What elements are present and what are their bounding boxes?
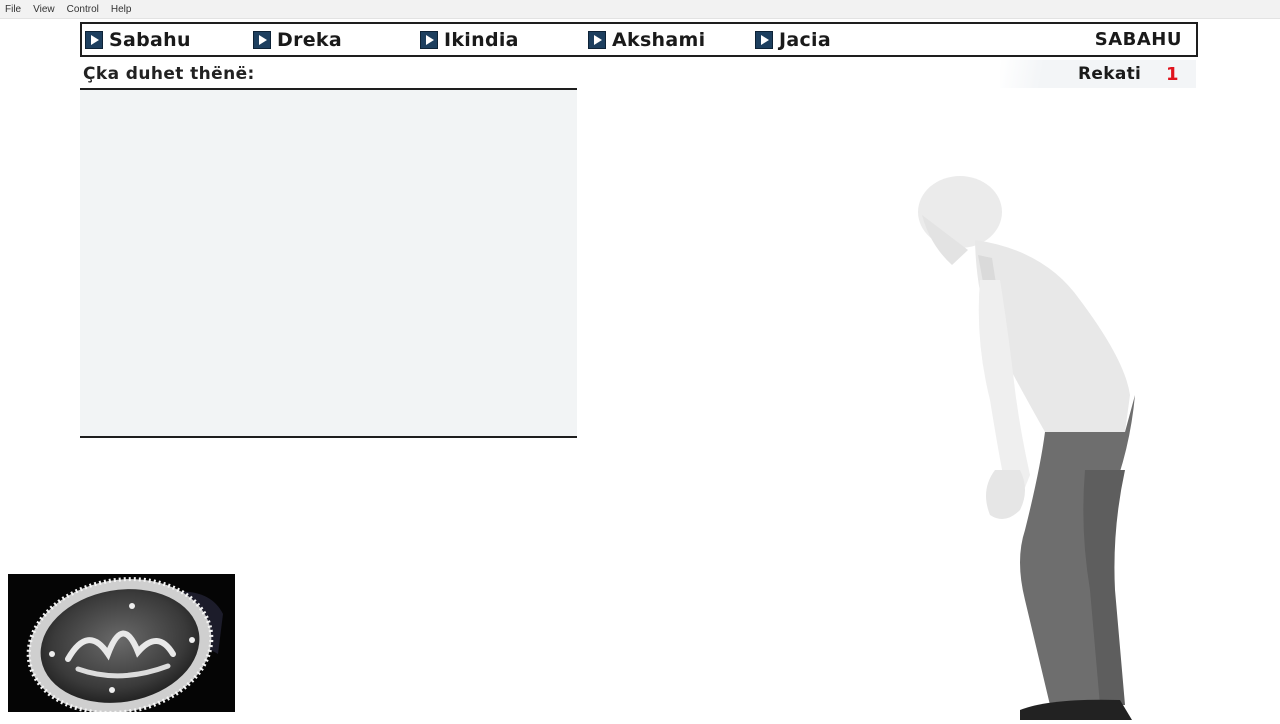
prayer-nav-bar: Sabahu Dreka Ikindia Akshami Jacia SABAH… — [80, 22, 1198, 57]
menu-control[interactable]: Control — [61, 4, 105, 15]
watch-icon — [26, 577, 223, 712]
praying-figure-icon — [918, 176, 1135, 720]
play-icon — [85, 30, 103, 49]
play-icon — [588, 30, 606, 49]
play-icon — [755, 30, 773, 49]
tab-ikindia[interactable]: Ikindia — [420, 24, 519, 55]
tab-label: Dreka — [277, 28, 342, 51]
recitation-panel — [80, 88, 577, 438]
play-icon — [253, 30, 271, 49]
tab-akshami[interactable]: Akshami — [588, 24, 705, 55]
menu-view[interactable]: View — [27, 4, 61, 15]
menu-bar: File View Control Help — [0, 0, 1280, 19]
tab-label: Sabahu — [109, 28, 191, 51]
tab-dreka[interactable]: Dreka — [253, 24, 342, 55]
praying-figure-illustration — [880, 170, 1180, 720]
watch-thumbnail — [8, 574, 235, 712]
tab-label: Akshami — [612, 28, 706, 51]
tab-sabahu[interactable]: Sabahu — [85, 24, 191, 55]
menu-help[interactable]: Help — [105, 4, 138, 15]
current-prayer-label: SABAHU — [1094, 29, 1182, 50]
tab-label: Jacia — [779, 28, 831, 51]
play-icon — [420, 30, 438, 49]
recitation-title: Çka duhet thënë: — [83, 64, 255, 84]
tab-label: Ikindia — [444, 28, 519, 51]
menu-file[interactable]: File — [0, 4, 27, 15]
rakat-number: 1 — [1166, 64, 1179, 85]
tab-jacia[interactable]: Jacia — [755, 24, 831, 55]
rakat-label: Rekati — [1078, 64, 1142, 84]
